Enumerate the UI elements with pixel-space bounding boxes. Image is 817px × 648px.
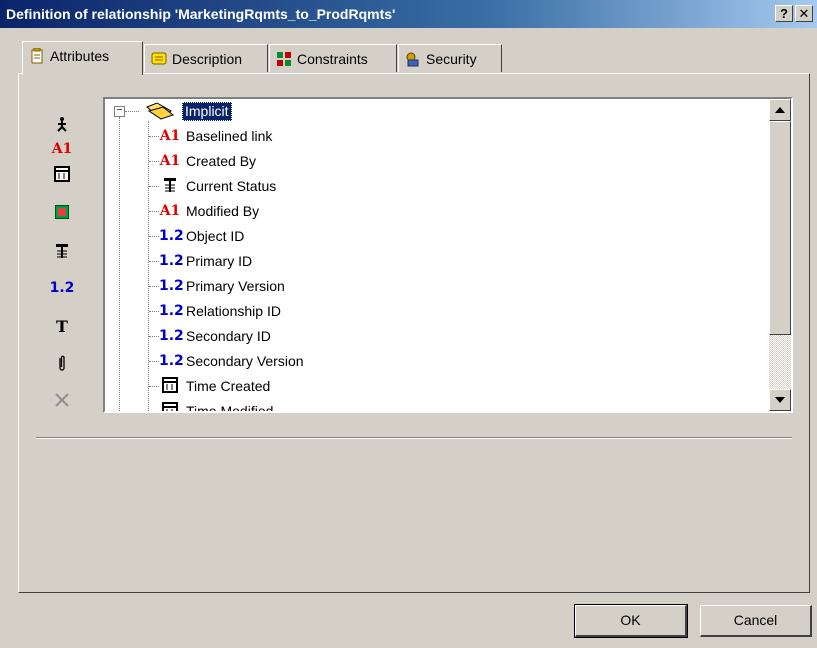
attributes-panel [18, 73, 810, 593]
window-title: Definition of relationship 'MarketingRqm… [6, 6, 396, 22]
tab-label: Constraints [297, 51, 368, 67]
tag-icon [29, 47, 45, 64]
title-bar[interactable]: Definition of relationship 'MarketingRqm… [0, 0, 817, 28]
help-button[interactable]: ? [775, 5, 793, 22]
security-icon [405, 51, 421, 67]
tab-attributes[interactable]: Attributes [22, 41, 143, 75]
note-icon [151, 51, 167, 67]
tab-label: Security [426, 51, 477, 67]
close-button[interactable]: ✕ [795, 5, 813, 22]
tab-constraints[interactable]: Constraints [269, 44, 397, 72]
tab-label: Description [172, 51, 243, 67]
tab-security[interactable]: Security [398, 44, 502, 72]
cancel-button[interactable]: Cancel [700, 605, 812, 637]
tab-description[interactable]: Description [144, 44, 268, 72]
tab-label: Attributes [50, 48, 110, 64]
constraints-icon [276, 51, 292, 67]
ok-button[interactable]: OK [574, 604, 688, 638]
